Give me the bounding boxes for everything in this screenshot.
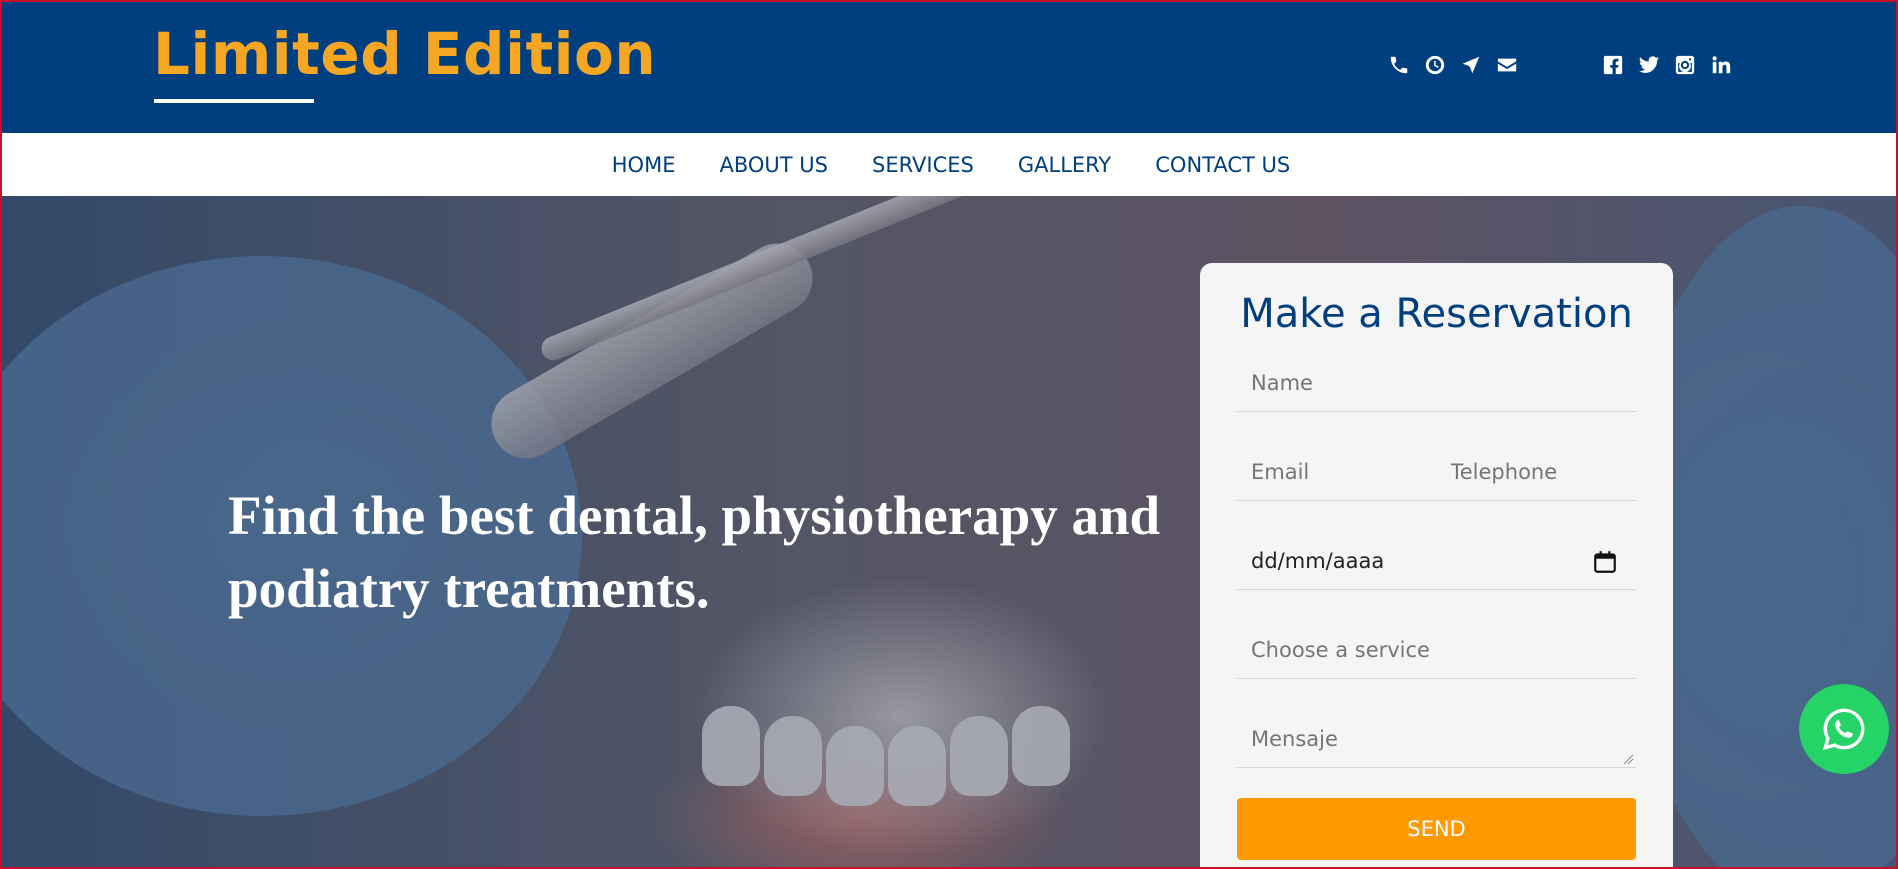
name-input[interactable] (1251, 371, 1636, 395)
linkedin-icon[interactable] (1710, 54, 1732, 76)
facebook-icon[interactable] (1602, 54, 1624, 76)
service-field[interactable]: Choose a service (1237, 622, 1636, 679)
resize-grip-icon[interactable] (1622, 753, 1634, 765)
email-input[interactable] (1251, 460, 1437, 484)
message-field (1237, 711, 1636, 768)
hero-title: Find the best dental, physiotherapy and … (228, 485, 1161, 619)
clock-icon[interactable] (1424, 54, 1446, 76)
nav-item-contact-us[interactable]: CONTACT US (1133, 153, 1312, 177)
nav-item-gallery[interactable]: GALLERY (996, 153, 1133, 177)
service-select[interactable]: Choose a service (1251, 638, 1430, 662)
email-telephone-row (1237, 444, 1636, 501)
date-input[interactable]: dd/mm/aaaa (1251, 549, 1384, 573)
social-icons (1602, 54, 1732, 76)
telephone-input[interactable] (1450, 460, 1636, 484)
name-field (1237, 355, 1636, 412)
message-textarea[interactable] (1251, 727, 1636, 751)
send-button[interactable]: SEND (1237, 798, 1636, 860)
nav-item-services[interactable]: SERVICES (850, 153, 996, 177)
nav-item-about-us[interactable]: ABOUT US (697, 153, 850, 177)
calendar-icon[interactable] (1592, 549, 1618, 575)
page-frame: Limited Edition HOME ABOUT US SERVICES G… (0, 0, 1898, 869)
instagram-icon[interactable] (1674, 54, 1696, 76)
whatsapp-button[interactable] (1799, 684, 1889, 774)
brand-underline (154, 99, 314, 103)
nav-item-home[interactable]: HOME (590, 153, 698, 177)
twitter-icon[interactable] (1638, 54, 1660, 76)
top-header: Limited Edition (2, 2, 1896, 133)
phone-icon[interactable] (1388, 54, 1410, 76)
location-arrow-icon[interactable] (1460, 54, 1482, 76)
date-field[interactable]: dd/mm/aaaa (1237, 533, 1636, 590)
reservation-form: Make a Reservation dd/mm/aaaa Choose a s… (1200, 263, 1673, 867)
contact-icons (1388, 54, 1518, 76)
brand-logo[interactable]: Limited Edition (153, 20, 656, 88)
reservation-title: Make a Reservation (1240, 291, 1633, 337)
whatsapp-icon (1822, 708, 1865, 751)
main-nav: HOME ABOUT US SERVICES GALLERY CONTACT U… (2, 133, 1896, 196)
envelope-icon[interactable] (1496, 54, 1518, 76)
